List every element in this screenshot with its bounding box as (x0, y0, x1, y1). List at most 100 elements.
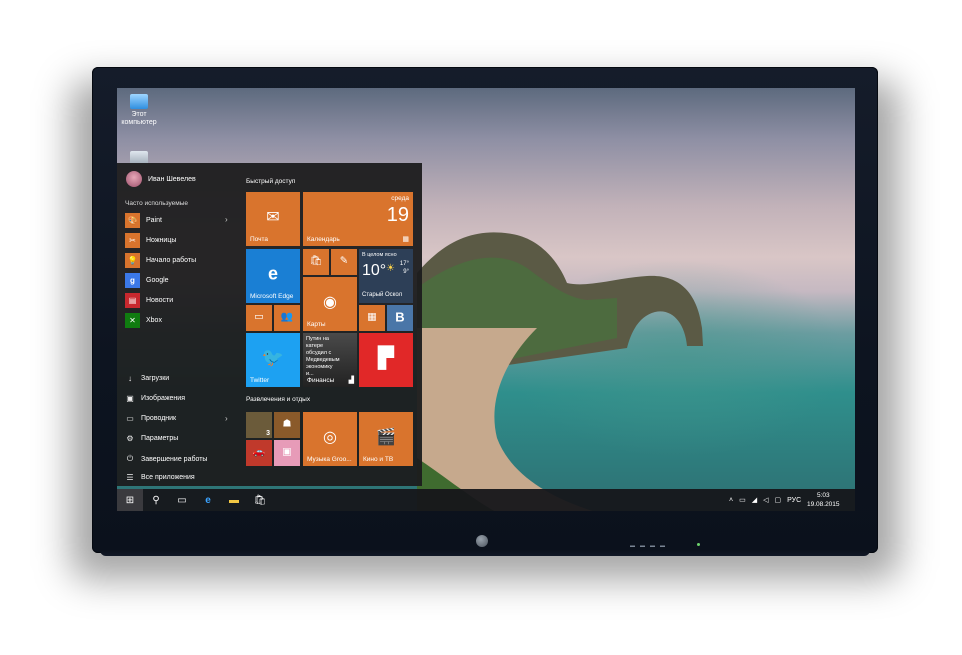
language-indicator[interactable]: РУС (787, 497, 801, 504)
tile-game-1[interactable]: 3 (246, 412, 272, 438)
paint-icon: 🎨 (125, 213, 140, 228)
place-label: Изображения (141, 395, 185, 402)
tile-remote[interactable]: ▭ (246, 305, 272, 331)
desktop-icon-this-pc[interactable]: Этот компьютер (121, 94, 157, 127)
weather-temperature: 10° (362, 262, 387, 279)
pictures-icon: ▣ (126, 394, 134, 403)
tile-game-4[interactable]: ▣ (274, 440, 300, 466)
chevron-right-icon[interactable]: › (225, 414, 228, 423)
app-xbox[interactable]: ✕ Xbox (125, 313, 162, 328)
tile-movies-tv[interactable]: 🎬 Кино и ТВ (359, 412, 413, 466)
app-label: Новости (146, 297, 174, 304)
taskbar-edge[interactable]: e (195, 489, 221, 511)
power-button[interactable] (476, 535, 488, 547)
pen-icon: ✎ (339, 255, 349, 267)
tile-game-2[interactable]: ☗ (274, 412, 300, 438)
folder-icon: ▬ (229, 494, 239, 506)
explorer-icon: ▭ (126, 414, 134, 423)
taskbar-explorer[interactable]: ▬ (221, 489, 247, 511)
place-downloads[interactable]: ↓ Загрузки (125, 374, 169, 383)
download-icon: ↓ (128, 374, 132, 383)
system-tray: ˄ ▭ ◢ ◁ ▢ РУС (729, 489, 801, 511)
desktop-icon-label: Этот компьютер (121, 111, 157, 126)
game-icon: 🚗 (252, 446, 266, 458)
chevron-right-icon[interactable]: › (225, 215, 228, 224)
tile-label: Музыка Groo... (307, 456, 352, 463)
tile-maps[interactable]: ◉ Карты (303, 277, 357, 331)
tile-label: Финансы (307, 377, 335, 384)
game-icon: ▣ (282, 446, 292, 458)
clock[interactable]: 5:03 19.08.2015 (807, 489, 840, 511)
tile-finance[interactable]: Путин на катере обсудил с Медведевым эко… (303, 333, 357, 387)
twitter-bird-icon: 🐦 (261, 347, 285, 368)
wallpaper-beach (417, 328, 593, 511)
place-label: Параметры (141, 435, 179, 442)
tile-calendar[interactable]: среда 19 ▦ Календарь (303, 192, 413, 246)
tile-game-3[interactable]: 🚗 (246, 440, 272, 466)
google-icon: g (125, 273, 140, 288)
app-paint[interactable]: 🎨 Paint (125, 213, 162, 228)
tile-vk[interactable]: B (387, 305, 413, 331)
flipboard-icon: ▛ (378, 347, 394, 370)
app-news[interactable]: ▤ Новости (125, 293, 173, 308)
edge-icon: e (205, 494, 211, 506)
wifi-icon[interactable]: ◢ (752, 496, 757, 504)
tile-label: Календарь (307, 236, 340, 243)
app-label: Ножницы (146, 237, 177, 244)
tile-flipboard[interactable]: ▛ (359, 333, 413, 387)
place-settings[interactable]: ⚙ Параметры (125, 434, 178, 443)
tile-twitter[interactable]: 🐦 Twitter (246, 333, 300, 387)
start-menu: Иван Шевелев Часто используемые 🎨 Paint … (117, 163, 422, 486)
volume-icon[interactable]: ◁ (763, 496, 768, 504)
place-all-apps[interactable]: ☰ Все приложения (125, 473, 194, 482)
all-apps-icon: ☰ (126, 473, 134, 482)
scissors-icon: ✂ (125, 233, 140, 248)
app-get-started[interactable]: 💡 Начало работы (125, 253, 196, 268)
clock-time: 5:03 (816, 492, 830, 499)
monitor-control-buttons: ▬▬▬▬ (630, 543, 670, 549)
computer-icon (130, 94, 148, 109)
app-snipping-tool[interactable]: ✂ Ножницы (125, 233, 176, 248)
camera-icon: ◉ (323, 293, 337, 311)
app-label: Google (146, 277, 169, 284)
battery-icon[interactable]: ▭ (739, 496, 746, 504)
tile-label: Twitter (250, 377, 270, 384)
user-account[interactable]: Иван Шевелев (126, 171, 196, 187)
tile-people[interactable]: 👥 (274, 305, 300, 331)
tile-edge[interactable]: e Microsoft Edge (246, 249, 300, 303)
quick-access-header: Быстрый доступ (246, 178, 296, 185)
tile-label: Почта (250, 236, 269, 243)
tile-groove-music[interactable]: ◎ Музыка Groo... (303, 412, 357, 466)
tile-calculator[interactable]: ▦ (359, 305, 385, 331)
place-power[interactable]: ⏻ Завершение работы (125, 454, 208, 464)
mail-icon: ✉ (266, 208, 280, 226)
chart-icon: ▟ (348, 377, 354, 384)
news-icon: ▤ (125, 293, 140, 308)
tile-weather[interactable]: В целом ясно 10° ☀ 17° 9° Старый Оскол (359, 249, 413, 303)
game-icon: ☗ (282, 418, 292, 430)
news-headline: Путин на катере обсудил с Медведевым эко… (306, 336, 340, 377)
remote-desktop-icon: ▭ (254, 311, 264, 323)
tile-store[interactable]: 🛍 (303, 249, 329, 275)
place-pictures[interactable]: ▣ Изображения (125, 394, 185, 403)
place-label: Завершение работы (141, 455, 208, 463)
place-explorer[interactable]: ▭ Проводник (125, 414, 176, 423)
task-view-button[interactable]: ▭ (169, 489, 195, 511)
task-view-icon: ▭ (177, 494, 187, 506)
taskbar-store[interactable]: 🛍 (247, 489, 273, 511)
app-label: Xbox (146, 317, 162, 324)
chevron-up-icon[interactable]: ˄ (729, 497, 733, 504)
taskbar: ⊞ ⚲ ▭ e ▬ 🛍 ˄ ▭ ◢ ◁ ▢ РУС 5:03 19.08.201… (117, 489, 855, 511)
windows-logo-icon: ⊞ (125, 494, 135, 506)
app-label: Paint (146, 217, 162, 224)
calendar-day-number: 19 (386, 204, 409, 226)
user-name: Иван Шевелев (148, 175, 196, 183)
tile-mail[interactable]: ✉ Почта (246, 192, 300, 246)
search-button[interactable]: ⚲ (143, 489, 169, 511)
lightbulb-icon: 💡 (125, 253, 140, 268)
app-google[interactable]: g Google (125, 273, 169, 288)
start-button[interactable]: ⊞ (117, 489, 143, 511)
tile-getoffice[interactable]: ✎ (331, 249, 357, 275)
notifications-icon[interactable]: ▢ (775, 496, 782, 504)
weather-city: Старый Оскол (362, 292, 403, 298)
